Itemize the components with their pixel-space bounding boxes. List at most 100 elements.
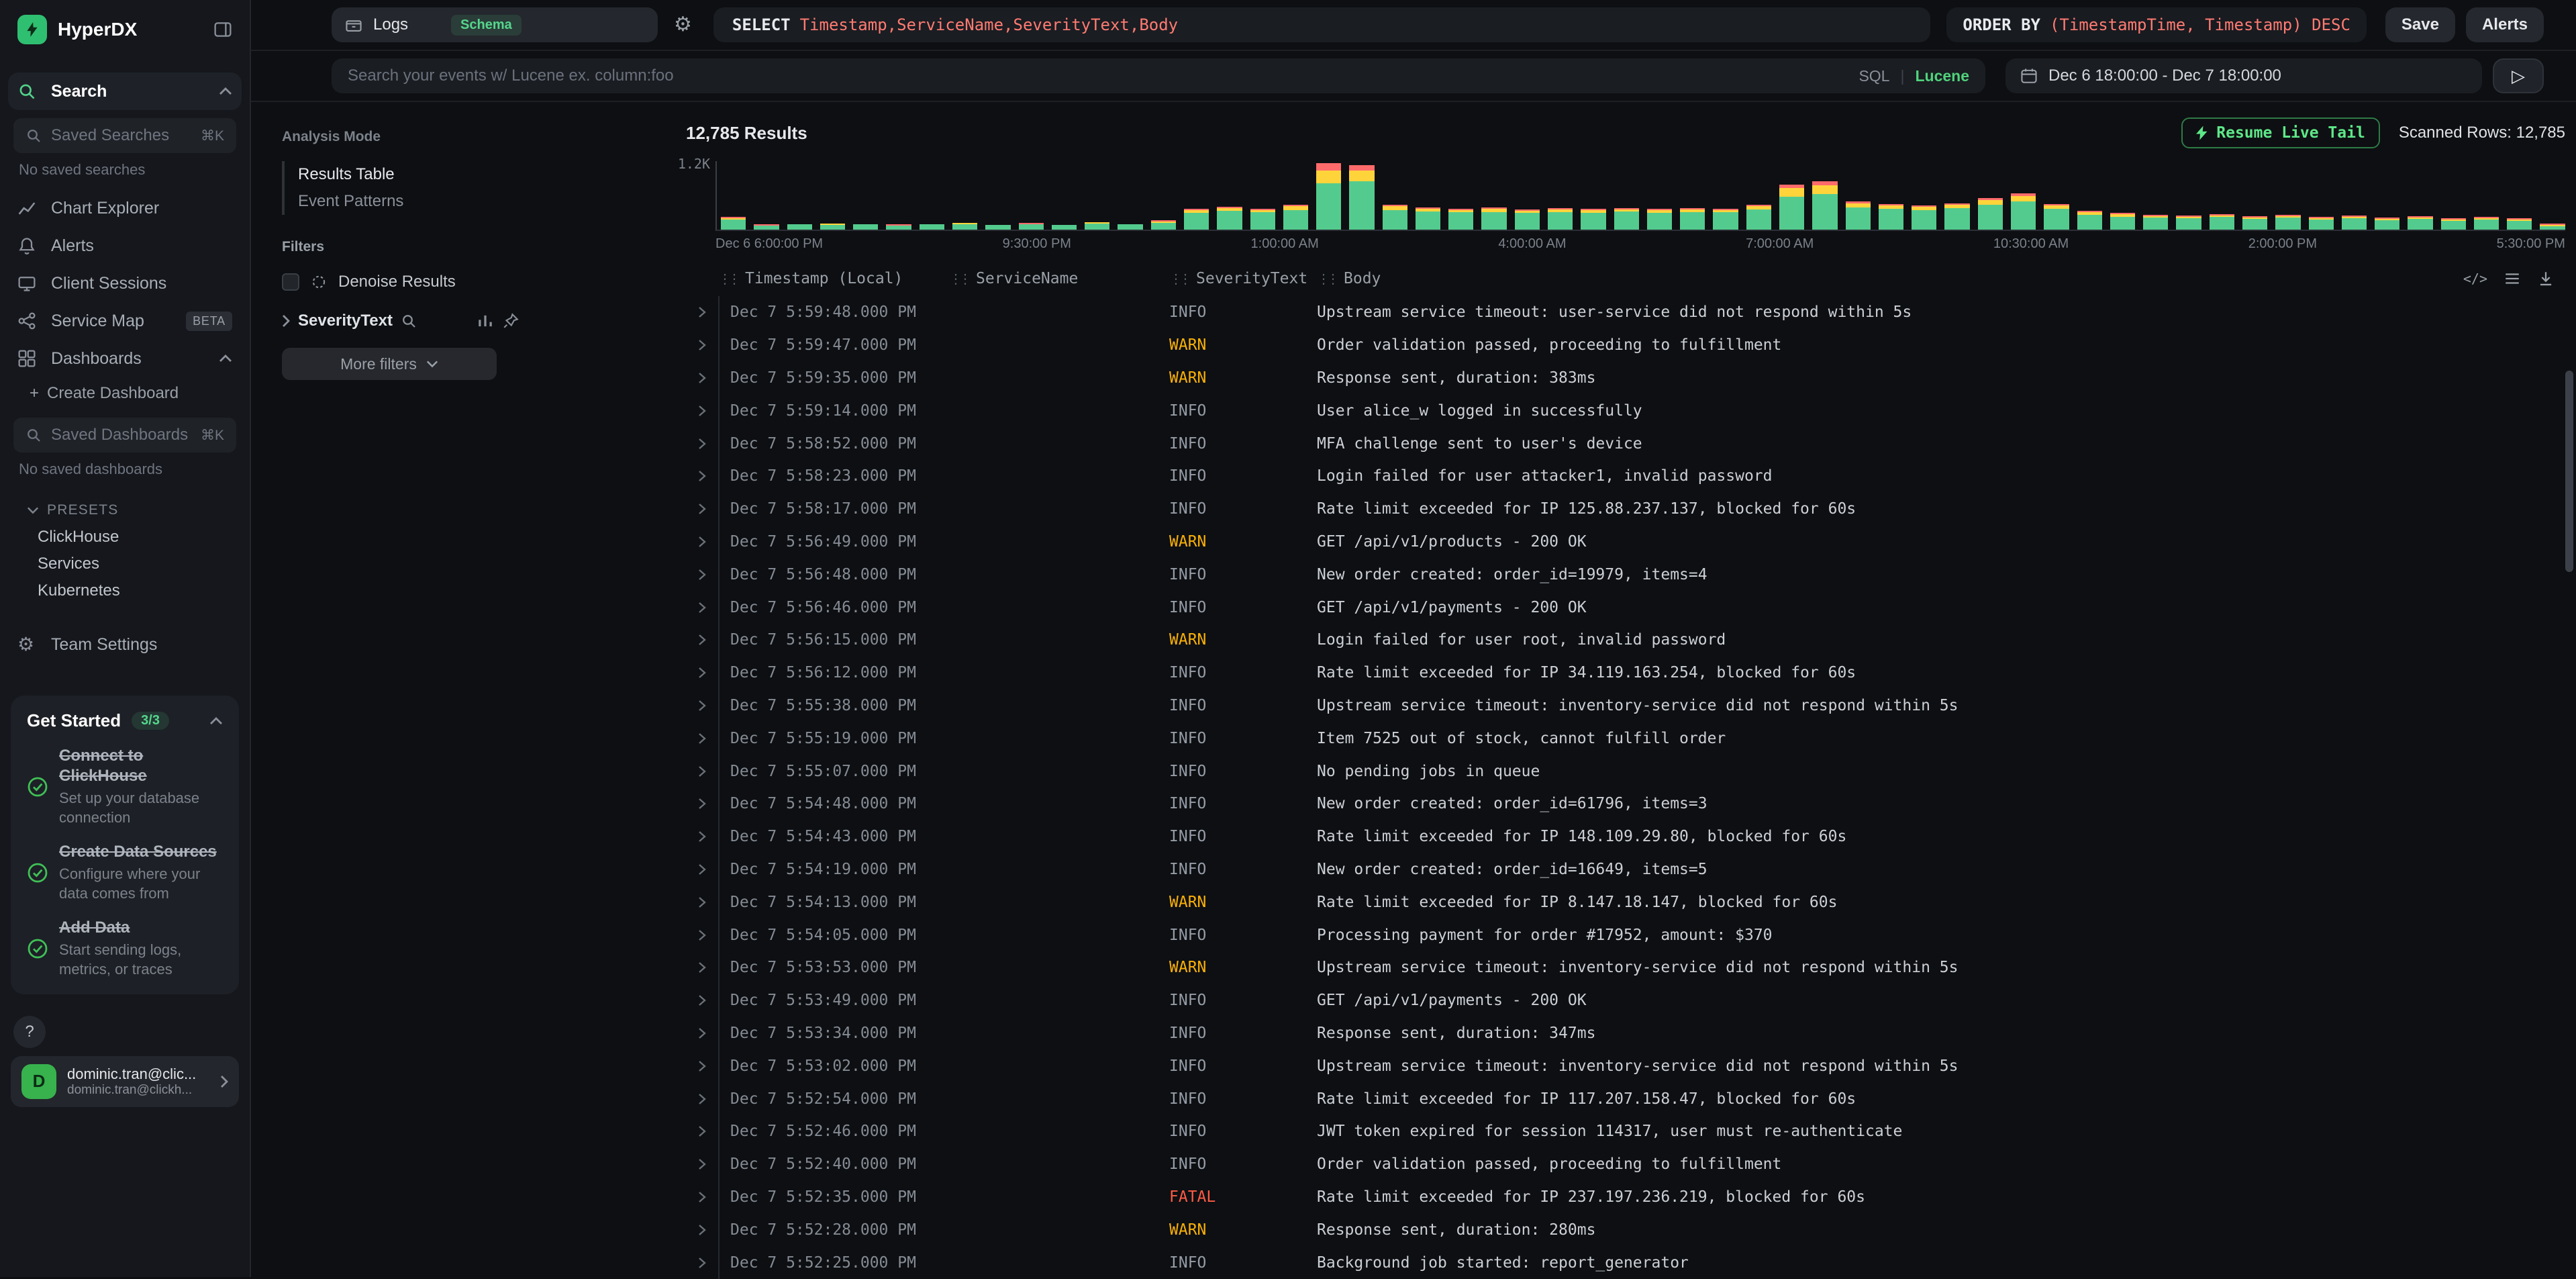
table-row[interactable]: Dec 7 5:53:34.000 PMINFOResponse sent, d… <box>686 1017 2565 1050</box>
row-expand-chevron-icon[interactable] <box>686 1093 718 1105</box>
table-row[interactable]: Dec 7 5:52:54.000 PMINFORate limit excee… <box>686 1082 2565 1115</box>
sidebar-item-chart-explorer[interactable]: Chart Explorer <box>8 189 242 227</box>
table-row[interactable]: Dec 7 5:55:19.000 PMINFOItem 7525 out of… <box>686 722 2565 755</box>
source-settings-gear-icon[interactable]: ⚙ <box>674 15 692 35</box>
table-row[interactable]: Dec 7 5:52:35.000 PMFATALRate limit exce… <box>686 1181 2565 1214</box>
drag-handle-icon[interactable]: ⋮⋮ <box>1169 271 1188 287</box>
sidebar-item-search[interactable]: Search <box>8 73 242 110</box>
resume-live-tail-button[interactable]: Resume Live Tail <box>2181 117 2380 148</box>
row-expand-chevron-icon[interactable] <box>686 765 718 777</box>
table-row[interactable]: Dec 7 5:54:19.000 PMINFONew order create… <box>686 853 2565 886</box>
event-search-box[interactable]: SQL | Lucene <box>332 58 1985 93</box>
table-row[interactable]: Dec 7 5:59:48.000 PMINFOUpstream service… <box>686 296 2565 329</box>
row-expand-chevron-icon[interactable] <box>686 863 718 875</box>
row-expand-chevron-icon[interactable] <box>686 1158 718 1170</box>
column-header-timestamp[interactable]: ⋮⋮Timestamp (Local) <box>718 270 949 287</box>
mode-results-table[interactable]: Results Table <box>285 161 519 188</box>
table-row[interactable]: Dec 7 5:58:52.000 PMINFOMFA challenge se… <box>686 427 2565 460</box>
sidebar-item-alerts[interactable]: Alerts <box>8 227 242 265</box>
row-expand-chevron-icon[interactable] <box>686 569 718 581</box>
row-expand-chevron-icon[interactable] <box>686 602 718 614</box>
chevron-up-icon[interactable] <box>219 354 232 363</box>
table-row[interactable]: Dec 7 5:59:47.000 PMWARNOrder validation… <box>686 329 2565 362</box>
get-started-header[interactable]: Get Started 3/3 <box>27 710 223 731</box>
event-search-input[interactable] <box>348 66 1859 85</box>
table-row[interactable]: Dec 7 5:54:48.000 PMINFONew order create… <box>686 788 2565 820</box>
row-expand-chevron-icon[interactable] <box>686 929 718 941</box>
row-expand-chevron-icon[interactable] <box>686 405 718 417</box>
sidebar-collapse-icon[interactable] <box>213 20 232 39</box>
help-button[interactable]: ? <box>13 1016 46 1048</box>
drag-handle-icon[interactable]: ⋮⋮ <box>1317 271 1336 287</box>
row-expand-chevron-icon[interactable] <box>686 372 718 384</box>
row-expand-chevron-icon[interactable] <box>686 634 718 646</box>
create-dashboard-button[interactable]: + Create Dashboard <box>0 377 250 410</box>
facet-severitytext[interactable]: SeverityText <box>282 312 519 330</box>
preset-kubernetes[interactable]: Kubernetes <box>0 577 250 604</box>
chevron-up-icon[interactable] <box>219 87 232 95</box>
row-expand-chevron-icon[interactable] <box>686 1257 718 1269</box>
get-started-step-add-data[interactable]: Add Data Start sending logs, metrics, or… <box>27 918 223 979</box>
table-row[interactable]: Dec 7 5:56:48.000 PMINFONew order create… <box>686 558 2565 591</box>
row-expand-chevron-icon[interactable] <box>686 896 718 908</box>
table-row[interactable]: Dec 7 5:55:38.000 PMINFOUpstream service… <box>686 690 2565 722</box>
vertical-scrollbar[interactable] <box>2565 371 2573 572</box>
facet-chart-icon[interactable] <box>477 312 494 330</box>
table-row[interactable]: Dec 7 5:53:53.000 PMWARNUpstream service… <box>686 951 2565 984</box>
get-started-step-connect[interactable]: Connect to ClickHouse Set up your databa… <box>27 746 223 827</box>
drag-handle-icon[interactable]: ⋮⋮ <box>949 271 968 287</box>
saved-dashboards-input[interactable]: Saved Dashboards ⌘K <box>13 418 236 453</box>
table-row[interactable]: Dec 7 5:56:46.000 PMINFOGET /api/v1/paym… <box>686 591 2565 624</box>
table-row[interactable]: Dec 7 5:59:14.000 PMINFOUser alice_w log… <box>686 394 2565 427</box>
download-icon[interactable] <box>2537 270 2555 287</box>
column-header-severitytext[interactable]: ⋮⋮SeverityText <box>1169 270 1317 287</box>
mode-event-patterns[interactable]: Event Patterns <box>285 188 519 215</box>
row-expand-chevron-icon[interactable] <box>686 1224 718 1236</box>
user-menu[interactable]: D dominic.tran@clic... dominic.tran@clic… <box>11 1056 239 1107</box>
sql-mode-toggle[interactable]: SQL <box>1859 67 1889 85</box>
row-expand-chevron-icon[interactable] <box>686 1125 718 1137</box>
row-expand-chevron-icon[interactable] <box>686 994 718 1006</box>
row-expand-chevron-icon[interactable] <box>686 1191 718 1203</box>
row-expand-chevron-icon[interactable] <box>686 700 718 712</box>
table-row[interactable]: Dec 7 5:56:15.000 PMWARNLogin failed for… <box>686 624 2565 657</box>
table-row[interactable]: Dec 7 5:54:13.000 PMWARNRate limit excee… <box>686 886 2565 918</box>
table-row[interactable]: Dec 7 5:52:25.000 PMINFOBackground job s… <box>686 1246 2565 1279</box>
row-expand-chevron-icon[interactable] <box>686 732 718 745</box>
preset-clickhouse[interactable]: ClickHouse <box>0 524 250 551</box>
row-expand-chevron-icon[interactable] <box>686 831 718 843</box>
run-query-button[interactable]: ▷ <box>2493 58 2544 93</box>
row-expand-chevron-icon[interactable] <box>686 536 718 548</box>
table-row[interactable]: Dec 7 5:56:12.000 PMINFORate limit excee… <box>686 657 2565 690</box>
chevron-right-icon[interactable] <box>282 314 290 328</box>
table-row[interactable]: Dec 7 5:52:46.000 PMINFOJWT token expire… <box>686 1115 2565 1148</box>
row-expand-chevron-icon[interactable] <box>686 1060 718 1072</box>
event-histogram[interactable]: 1.2K Dec 6 6:00:00 PM 9:30:00 PM 1:00:00… <box>715 161 2565 252</box>
chevron-up-icon[interactable] <box>209 717 223 725</box>
row-expand-chevron-icon[interactable] <box>686 667 718 679</box>
order-by-input[interactable]: ORDER BY (TimestampTime, Timestamp) DESC <box>1946 7 2367 42</box>
save-button[interactable]: Save <box>2385 7 2455 42</box>
lucene-mode-toggle[interactable]: Lucene <box>1915 67 1969 85</box>
presets-toggle[interactable]: PRESETS <box>0 489 250 524</box>
date-range-picker[interactable]: Dec 6 18:00:00 - Dec 7 18:00:00 <box>2005 58 2482 93</box>
column-header-body[interactable]: ⋮⋮Body <box>1317 270 2565 287</box>
table-row[interactable]: Dec 7 5:53:49.000 PMINFOGET /api/v1/paym… <box>686 984 2565 1017</box>
alerts-button[interactable]: Alerts <box>2466 7 2544 42</box>
table-row[interactable]: Dec 7 5:58:23.000 PMINFOLogin failed for… <box>686 460 2565 493</box>
table-row[interactable]: Dec 7 5:59:35.000 PMWARNResponse sent, d… <box>686 362 2565 395</box>
row-expand-chevron-icon[interactable] <box>686 438 718 450</box>
row-expand-chevron-icon[interactable] <box>686 339 718 351</box>
row-expand-chevron-icon[interactable] <box>686 503 718 515</box>
table-row[interactable]: Dec 7 5:52:40.000 PMINFOOrder validation… <box>686 1148 2565 1181</box>
saved-searches-input[interactable]: Saved Searches ⌘K <box>13 118 236 153</box>
source-selector[interactable]: Logs Schema <box>332 7 658 42</box>
table-row[interactable]: Dec 7 5:58:17.000 PMINFORate limit excee… <box>686 493 2565 526</box>
table-row[interactable]: Dec 7 5:52:28.000 PMWARNResponse sent, d… <box>686 1213 2565 1246</box>
row-expand-chevron-icon[interactable] <box>686 470 718 482</box>
get-started-step-sources[interactable]: Create Data Sources Configure where your… <box>27 842 223 903</box>
sidebar-item-dashboards[interactable]: Dashboards <box>8 340 242 377</box>
table-row[interactable]: Dec 7 5:55:07.000 PMINFONo pending jobs … <box>686 755 2565 788</box>
table-row[interactable]: Dec 7 5:54:43.000 PMINFORate limit excee… <box>686 820 2565 853</box>
sidebar-item-service-map[interactable]: Service Map BETA <box>8 302 242 340</box>
